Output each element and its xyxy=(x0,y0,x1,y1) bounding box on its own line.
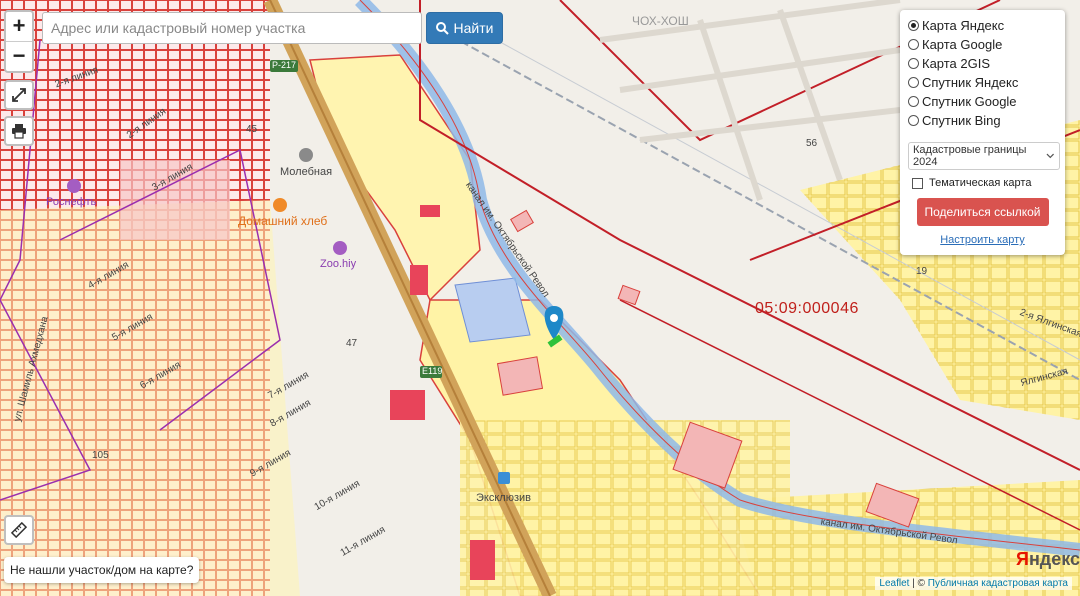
house-45: 45 xyxy=(246,124,258,135)
layer-option[interactable]: Карта Яндекс xyxy=(908,16,1057,35)
house-19: 19 xyxy=(916,266,928,277)
layer-option[interactable]: Карта 2GIS xyxy=(908,54,1057,73)
poi-bread: Домашний хлеб xyxy=(238,214,328,228)
find-button[interactable]: Найти xyxy=(426,12,503,44)
radio-icon xyxy=(908,96,919,107)
zoom-in-button[interactable]: + xyxy=(6,12,32,41)
not-found-button[interactable]: Не нашли участок/дом на карте? xyxy=(4,557,200,583)
search-icon xyxy=(435,21,449,35)
radio-icon xyxy=(908,58,919,69)
share-link-button[interactable]: Поделиться ссылкой xyxy=(916,198,1049,226)
poi-zoo: Zoo.hiy xyxy=(320,258,357,270)
chevron-down-icon xyxy=(1046,153,1055,159)
cadastre-link[interactable]: Публичная кадастровая карта xyxy=(928,578,1068,589)
printer-icon xyxy=(12,124,26,139)
house-47: 47 xyxy=(346,338,358,349)
yandex-logo: Яндекс xyxy=(1016,549,1080,569)
layer-option[interactable]: Спутник Google xyxy=(908,92,1057,111)
radio-icon xyxy=(908,39,919,50)
poi-molebnaya: Молебная xyxy=(280,166,333,178)
leaflet-link[interactable]: Leaflet xyxy=(879,578,909,589)
yellow-zone-left xyxy=(0,200,300,596)
road-shield-e119: Е119 xyxy=(422,366,443,376)
house-105: 105 xyxy=(92,450,109,461)
poi-rosneft: Роснефть xyxy=(46,196,97,208)
map-label-district: ЧОХ-ХОШ xyxy=(632,14,689,28)
radio-selected-icon xyxy=(908,20,919,31)
find-button-label: Найти xyxy=(453,20,494,36)
fullscreen-button[interactable] xyxy=(4,80,34,110)
setup-map-link[interactable]: Настроить карту xyxy=(908,234,1057,246)
expand-icon xyxy=(12,88,26,102)
search-input[interactable] xyxy=(42,12,422,44)
attribution: Leaflet | © Публичная кадастровая карта xyxy=(875,577,1072,590)
zoom-out-button[interactable]: − xyxy=(6,41,32,71)
layer-option[interactable]: Спутник Яндекс xyxy=(908,73,1057,92)
radio-icon xyxy=(908,77,919,88)
thematic-map-toggle[interactable]: Тематическая карта xyxy=(908,177,1057,189)
print-button[interactable] xyxy=(4,116,34,146)
house-56: 56 xyxy=(806,138,818,149)
layer-option[interactable]: Карта Google xyxy=(908,35,1057,54)
ruler-icon xyxy=(11,522,27,538)
checkbox-icon xyxy=(912,177,923,189)
zoom-control: + − xyxy=(4,10,34,73)
radio-icon xyxy=(908,115,919,126)
layer-option[interactable]: Спутник Bing xyxy=(908,111,1057,130)
layers-panel: Карта Яндекс Карта Google Карта 2GIS Спу… xyxy=(900,10,1065,255)
road-shield-r217: Р-217 xyxy=(272,60,297,70)
cadastral-number-label: 05:09:000046 xyxy=(755,300,859,317)
ruler-button[interactable] xyxy=(4,515,34,545)
poi-exclusive: Эксклюзив xyxy=(476,492,531,504)
cadastral-select[interactable]: Кадастровые границы 2024 xyxy=(908,142,1060,170)
